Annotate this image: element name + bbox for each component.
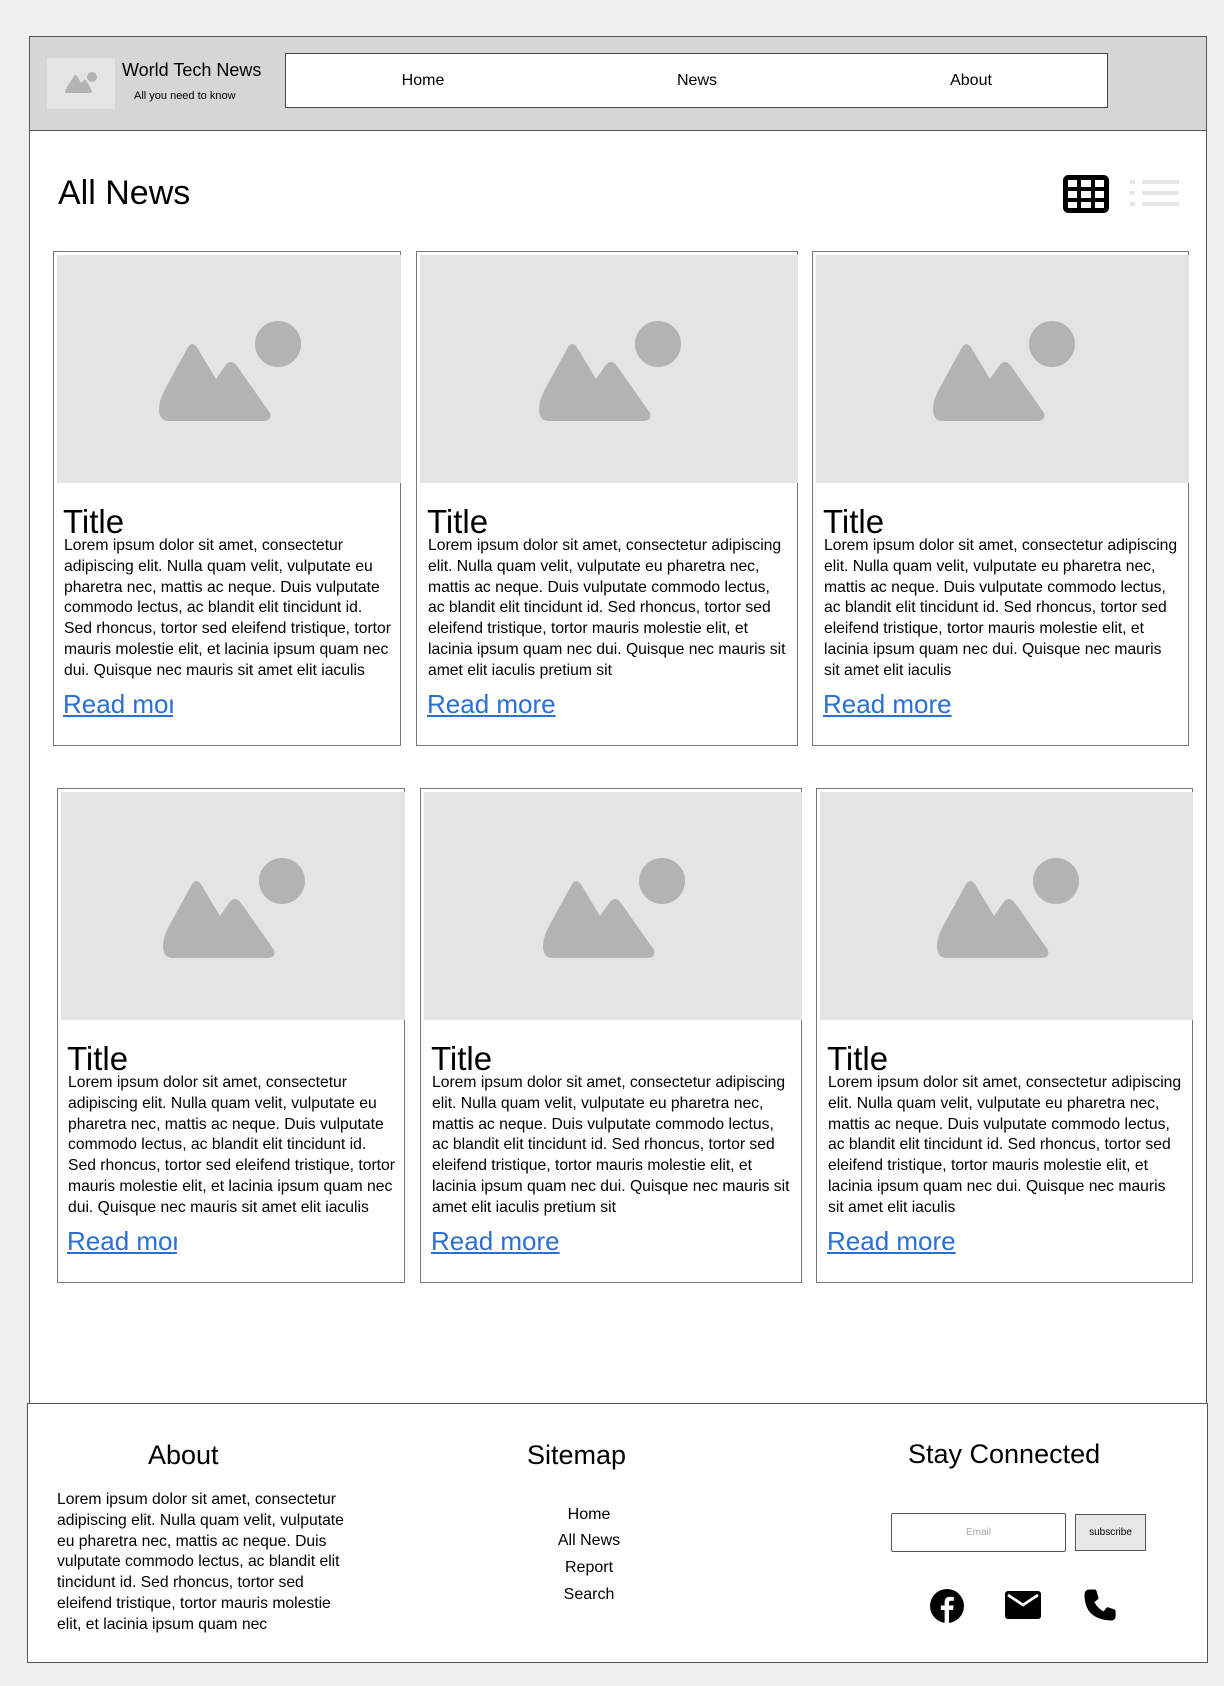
sitemap-link-all-news[interactable]: All News: [558, 1532, 620, 1550]
facebook-icon[interactable]: [929, 1588, 965, 1624]
brand-tagline: All you need to know: [134, 90, 236, 102]
image-placeholder-icon: [933, 321, 1075, 421]
nav-item-about[interactable]: About: [950, 54, 992, 107]
news-card-excerpt: Lorem ipsum dolor sit amet, consectetur …: [828, 1074, 1182, 1216]
list-view-icon[interactable]: [1130, 178, 1180, 208]
email-field[interactable]: [891, 1513, 1066, 1552]
news-card: Title Lorem ipsum dolor sit amet, consect…: [53, 251, 401, 746]
news-card-image: [61, 792, 405, 1020]
nav-item-home[interactable]: Home: [402, 54, 445, 107]
news-card-excerpt: Lorem ipsum dolor sit amet, consectetur …: [432, 1074, 790, 1216]
image-placeholder-icon: [163, 858, 305, 958]
image-placeholder-icon: [65, 72, 97, 93]
subscribe-button[interactable]: subscribe: [1075, 1514, 1146, 1551]
image-placeholder-icon: [539, 321, 681, 421]
read-more-link[interactable]: Read more: [823, 689, 952, 719]
news-card-title: Title: [63, 503, 125, 540]
nav-item-news[interactable]: News: [677, 54, 717, 107]
news-card-excerpt: Lorem ipsum dolor sit amet, consectetur …: [428, 537, 786, 679]
news-card-image: [424, 792, 802, 1020]
news-card: Title Lorem ipsum dolor sit amet, consect…: [57, 788, 405, 1283]
news-card-title: Title: [827, 1040, 889, 1077]
news-card: Title Lorem ipsum dolor sit amet, consect…: [420, 788, 802, 1283]
news-card-excerpt: Lorem ipsum dolor sit amet, consectetur …: [68, 1074, 395, 1216]
phone-icon[interactable]: [1083, 1588, 1117, 1622]
sitemap-link-home[interactable]: Home: [568, 1506, 611, 1524]
mail-icon[interactable]: [1005, 1591, 1041, 1619]
news-card: Title Lorem ipsum dolor sit amet, consect…: [812, 251, 1189, 746]
footer-about-title: About: [148, 1440, 219, 1470]
read-more-link[interactable]: Read more: [427, 689, 556, 719]
footer-about-text: Lorem ipsum dolor sit amet, consectetur …: [57, 1491, 344, 1633]
news-card-title: Title: [431, 1040, 493, 1077]
brand-title: World Tech News: [122, 60, 262, 80]
read-more-link[interactable]: Read more: [827, 1226, 956, 1256]
grid-view-icon[interactable]: [1063, 175, 1109, 213]
image-placeholder-icon: [937, 858, 1079, 958]
read-more-link[interactable]: Read more: [67, 1226, 177, 1256]
news-card-image: [57, 255, 401, 483]
read-more-link[interactable]: Read more: [431, 1226, 560, 1256]
news-card-image: [420, 255, 798, 483]
footer-sitemap-title: Sitemap: [527, 1440, 627, 1470]
image-placeholder-icon: [543, 858, 685, 958]
news-card-image: [816, 255, 1189, 483]
main-nav: Home News About: [285, 53, 1108, 108]
news-card: Title Lorem ipsum dolor sit amet, consect…: [816, 788, 1193, 1283]
sitemap-link-search[interactable]: Search: [564, 1586, 615, 1604]
read-more-link[interactable]: Read more: [63, 689, 173, 719]
news-card-title: Title: [823, 503, 885, 540]
news-card-title: Title: [67, 1040, 129, 1077]
logo[interactable]: [47, 58, 115, 109]
news-card-excerpt: Lorem ipsum dolor sit amet, consectetur …: [64, 537, 391, 679]
news-card-excerpt: Lorem ipsum dolor sit amet, consectetur …: [824, 537, 1178, 679]
news-card-title: Title: [427, 503, 489, 540]
sitemap-link-report[interactable]: Report: [565, 1559, 613, 1577]
footer-connect-title: Stay Connected: [908, 1439, 1101, 1469]
image-placeholder-icon: [159, 321, 301, 421]
news-card: Title Lorem ipsum dolor sit amet, consect…: [416, 251, 798, 746]
page-title: All News: [58, 174, 191, 212]
news-card-image: [820, 792, 1193, 1020]
